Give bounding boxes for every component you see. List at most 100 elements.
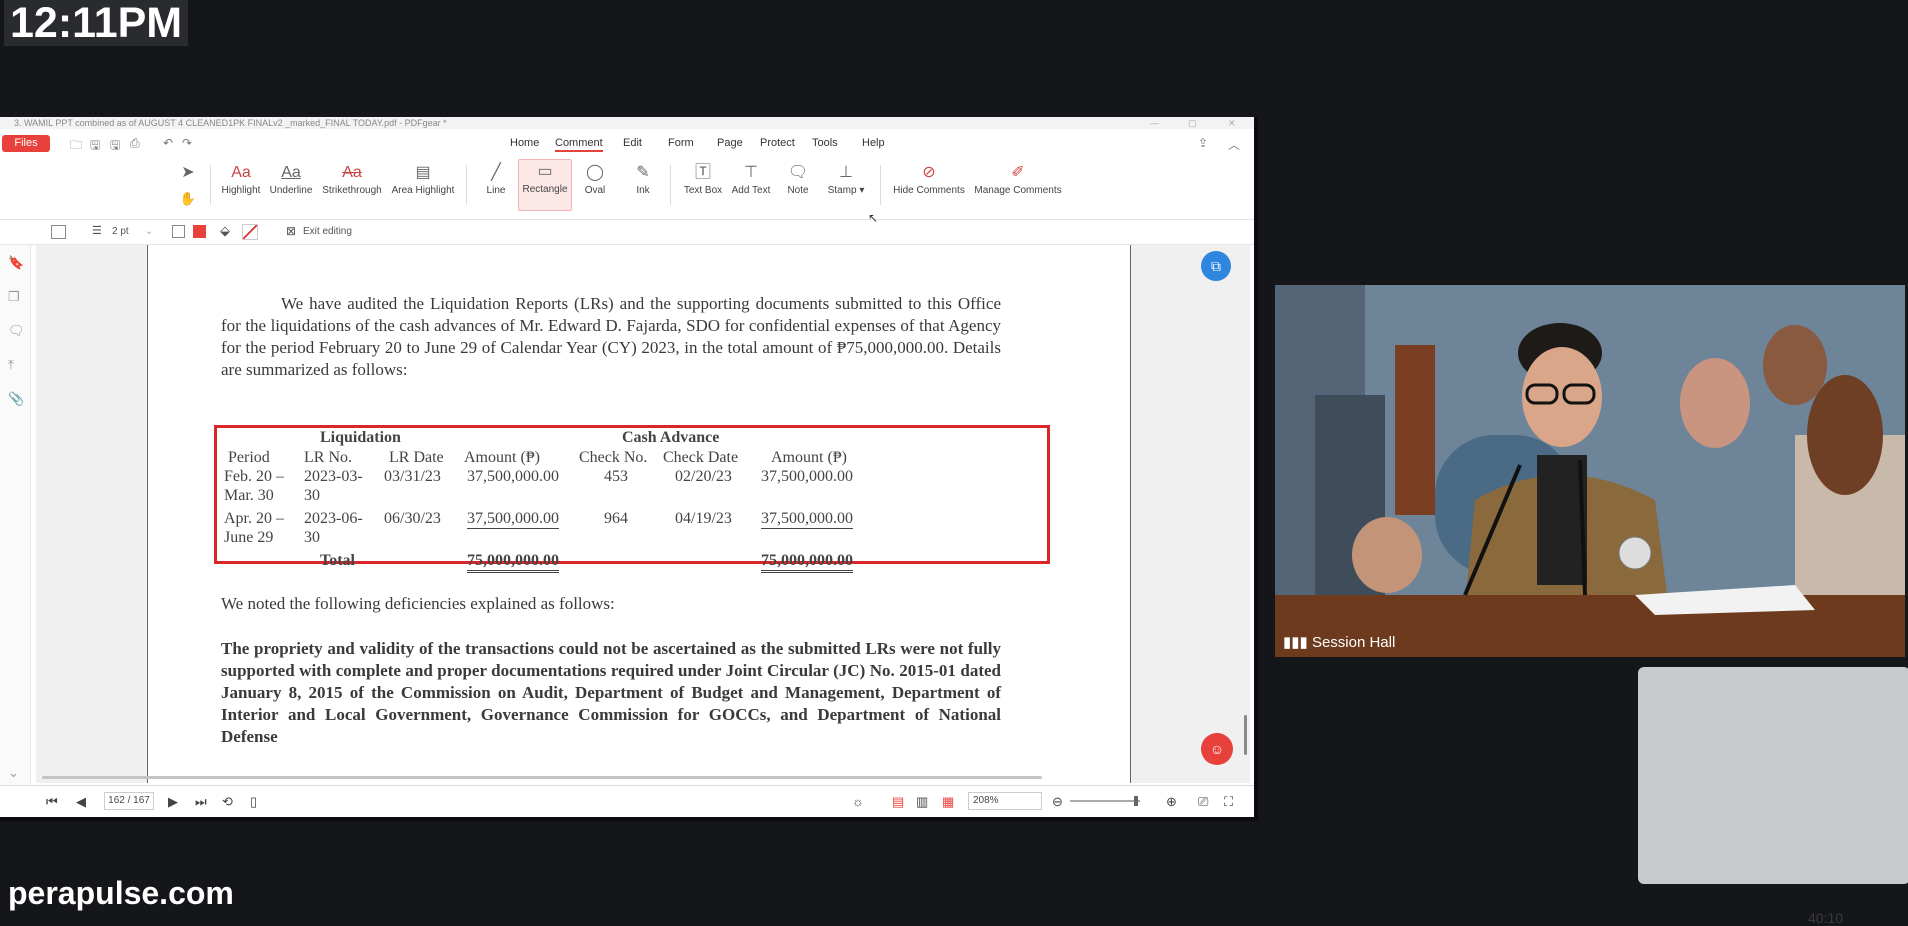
bookmark-icon[interactable]: 🔖 (8, 255, 24, 271)
brightness-icon[interactable]: ☼ (852, 794, 864, 809)
first-page-icon[interactable]: ⏮ (46, 794, 58, 810)
save-as-icon[interactable]: 🖫 (110, 136, 120, 157)
table-row-1-check-no: 453 (604, 468, 628, 485)
chevron-down-icon[interactable]: ⌄ (145, 226, 153, 237)
table-row-1-amount: 37,500,000.00 (467, 468, 559, 485)
exit-editing-icon[interactable]: ⊠ (286, 224, 296, 238)
menu-form[interactable]: Form (668, 137, 694, 149)
two-page-icon[interactable]: ▥ (916, 794, 928, 810)
col-period: Period (228, 449, 270, 466)
oval-tool[interactable]: ◯ Oval (578, 161, 612, 196)
strikethrough-icon: Aa (342, 164, 362, 181)
underline-icon: Aa (281, 164, 301, 181)
collapse-ribbon-icon[interactable]: ︿ (1228, 136, 1240, 153)
ai-assistant-icon[interactable]: ⧉ (1201, 251, 1231, 281)
manage-comments-icon: ✐ (1011, 164, 1025, 181)
exit-editing-button[interactable]: Exit editing (303, 226, 352, 237)
table-row-2-check-no: 964 (604, 510, 628, 527)
table-row-2-period: Apr. 20 – June 29 (224, 510, 284, 546)
prev-page-icon[interactable]: ◀ (76, 794, 86, 810)
vertical-scrollbar[interactable] (1244, 715, 1247, 755)
single-page-icon[interactable]: ▤ (892, 794, 904, 810)
table-row-1-check-date: 02/20/23 (675, 468, 732, 485)
select-tool-icon[interactable]: ➤ (178, 161, 198, 185)
line-tool[interactable]: ╱ Line (478, 161, 514, 196)
close-icon[interactable]: ✕ (1228, 117, 1236, 129)
attachment-icon[interactable]: 📎 (8, 391, 24, 407)
line-weight-icon: ☰ (92, 225, 102, 237)
open-icon[interactable]: 🗀 (70, 136, 82, 157)
paragraph-deficiencies: We noted the following deficiencies expl… (221, 594, 615, 613)
stroke-color-swatch[interactable] (193, 225, 206, 238)
table-row-1-lr-date: 03/31/23 (384, 468, 441, 485)
window-title: 3. WAMIL PPT combined as of AUGUST 4 CLE… (14, 118, 447, 128)
save-icon[interactable]: 🖫 (90, 136, 100, 157)
properties-bar: ☰ 2 pt ⌄ ⬙ ⊠ Exit editing (0, 220, 1254, 245)
hide-comments-tool[interactable]: ⊘ Hide Comments (892, 161, 966, 196)
menu-home[interactable]: Home (510, 137, 539, 149)
manage-comments-tool[interactable]: ✐ Manage Comments (974, 161, 1062, 196)
zoom-out-icon[interactable]: ⊖ (1052, 794, 1063, 810)
rectangle-icon: ▭ (537, 163, 553, 180)
comments-panel-icon[interactable]: 🗨 (8, 323, 25, 339)
thumbnails-icon[interactable]: ❐ (8, 289, 20, 305)
pdf-page: We have audited the Liquidation Reports … (147, 245, 1131, 783)
menu-protect[interactable]: Protect (760, 137, 795, 149)
col-lr-no: LR No. (304, 449, 352, 466)
note-tool[interactable]: 🗨 Note (780, 161, 816, 196)
page-number-input[interactable]: 162 / 167 (104, 792, 154, 810)
presentation-icon[interactable]: ⎚ (1198, 794, 1208, 810)
last-page-icon[interactable]: ⏭ (195, 794, 207, 810)
share-icon[interactable]: ⇪ (1198, 136, 1208, 150)
no-fill-icon[interactable] (242, 224, 258, 240)
horizontal-scrollbar[interactable] (42, 776, 1042, 779)
fit-page-icon[interactable]: ▯ (250, 794, 257, 810)
scroll-mode-icon[interactable]: ▦ (942, 794, 954, 810)
sidebar-collapse-icon[interactable]: ⌄ (8, 765, 19, 781)
underline-tool[interactable]: Aa Underline (268, 161, 314, 196)
document-viewer[interactable]: We have audited the Liquidation Reports … (36, 245, 1250, 783)
undo-icon[interactable]: ↶ (163, 136, 173, 150)
text-box-tool[interactable]: 🅃 Text Box (682, 161, 724, 196)
total-liquidation: 75,000,000.00 (467, 551, 559, 573)
add-text-tool[interactable]: ⊤ Add Text (730, 161, 772, 196)
rectangle-tool[interactable]: ▭ Rectangle (518, 159, 572, 211)
menu-edit[interactable]: Edit (623, 137, 642, 149)
fill-color-icon[interactable]: ⬙ (220, 223, 230, 239)
next-page-icon[interactable]: ▶ (168, 794, 178, 810)
title-bar: 3. WAMIL PPT combined as of AUGUST 4 CLE… (0, 117, 1254, 129)
hand-tool-icon[interactable]: ✋ (178, 187, 198, 211)
maximize-icon[interactable]: ▢ (1188, 117, 1197, 129)
total-cash-advance: 75,000,000.00 (761, 551, 853, 573)
redo-icon[interactable]: ↷ (182, 136, 192, 150)
fill-style-icon[interactable] (51, 225, 66, 239)
video-timestamp: 40:10 (1808, 910, 1844, 926)
comment-ribbon: ➤ ✋ Aa Highlight Aa Underline Aa Strikethro… (0, 157, 1254, 225)
col-check-date: Check Date (663, 449, 739, 466)
feedback-icon[interactable]: ☺ (1201, 733, 1233, 765)
fullscreen-icon[interactable]: ⛶ (1224, 794, 1233, 810)
menu-comment[interactable]: Comment (555, 137, 603, 152)
files-button[interactable]: Files (2, 135, 50, 152)
zoom-slider[interactable] (1070, 796, 1140, 806)
left-sidebar: 🔖 ❐ 🗨 ⤒ 📎 ⌄ (0, 245, 31, 785)
ink-tool[interactable]: ✎ Ink (626, 161, 660, 196)
strikethrough-tool[interactable]: Aa Strikethrough (320, 161, 384, 196)
menu-tools[interactable]: Tools (812, 137, 838, 149)
area-highlight-tool[interactable]: ▤ Area Highlight (390, 161, 456, 196)
ink-icon: ✎ (636, 164, 650, 181)
note-icon: 🗨 (787, 164, 809, 181)
zoom-input[interactable]: 208% (968, 792, 1042, 810)
watermark-brand: perapulse.com (8, 875, 234, 911)
stamp-tool[interactable]: ⊥ Stamp ▾ (824, 161, 868, 196)
stroke-width-select[interactable]: 2 pt (112, 226, 129, 237)
minimize-icon[interactable]: — (1150, 117, 1159, 129)
menu-page[interactable]: Page (717, 137, 743, 149)
rotate-icon[interactable]: ⟲ (222, 794, 233, 810)
border-style-icon[interactable] (172, 225, 185, 238)
menu-help[interactable]: Help (862, 137, 885, 149)
export-icon[interactable]: ⤒ (8, 357, 14, 373)
print-icon[interactable]: ⎙ (130, 136, 140, 151)
highlight-tool[interactable]: Aa Highlight (218, 161, 264, 196)
zoom-in-icon[interactable]: ⊕ (1166, 794, 1177, 810)
